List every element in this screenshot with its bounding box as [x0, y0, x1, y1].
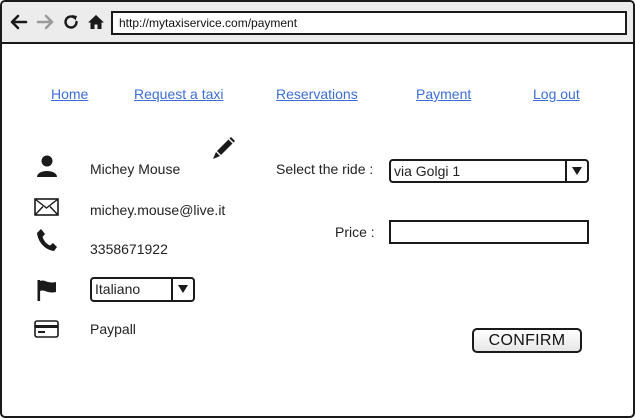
language-select-value: Italiano [95, 281, 141, 297]
user-name: Michey Mouse [90, 161, 181, 177]
menu-item-home[interactable]: Home [51, 86, 88, 102]
credit-card-icon [34, 320, 59, 338]
language-select[interactable]: Italiano [90, 277, 195, 302]
ride-select[interactable]: via Golgi 1 [389, 159, 589, 183]
arrow-right-icon[interactable] [35, 12, 55, 32]
confirm-button[interactable]: CONFIRM [472, 328, 582, 353]
address-bar[interactable]: http://mytaxiservice.com/payment [111, 11, 627, 35]
ride-select-value: via Golgi 1 [394, 163, 461, 179]
home-icon[interactable] [86, 12, 106, 32]
price-label: Price : [335, 224, 375, 240]
user-icon [35, 154, 59, 178]
ride-select-label: Select the ride : [276, 161, 374, 177]
reload-icon[interactable] [61, 12, 81, 32]
user-phone: 3358671922 [90, 241, 168, 257]
browser-window: http://mytaxiservice.com/payment Home Re… [0, 0, 635, 418]
menu-item-request-taxi[interactable]: Request a taxi [134, 86, 224, 102]
menu-item-reservations[interactable]: Reservations [276, 86, 358, 102]
price-input[interactable] [389, 220, 589, 244]
browser-toolbar: http://mytaxiservice.com/payment [2, 2, 633, 44]
chevron-down-icon[interactable] [171, 279, 193, 300]
payment-method: Paypall [90, 321, 136, 337]
menu-item-log-out[interactable]: Log out [533, 86, 580, 102]
pencil-icon[interactable] [210, 134, 238, 162]
flag-icon [36, 278, 58, 302]
user-email: michey.mouse@live.it [90, 202, 226, 218]
chevron-down-icon[interactable] [565, 161, 587, 181]
phone-icon [36, 228, 58, 252]
arrow-left-icon[interactable] [9, 12, 29, 32]
menu-item-payment[interactable]: Payment [416, 86, 471, 102]
envelope-icon [34, 198, 59, 216]
